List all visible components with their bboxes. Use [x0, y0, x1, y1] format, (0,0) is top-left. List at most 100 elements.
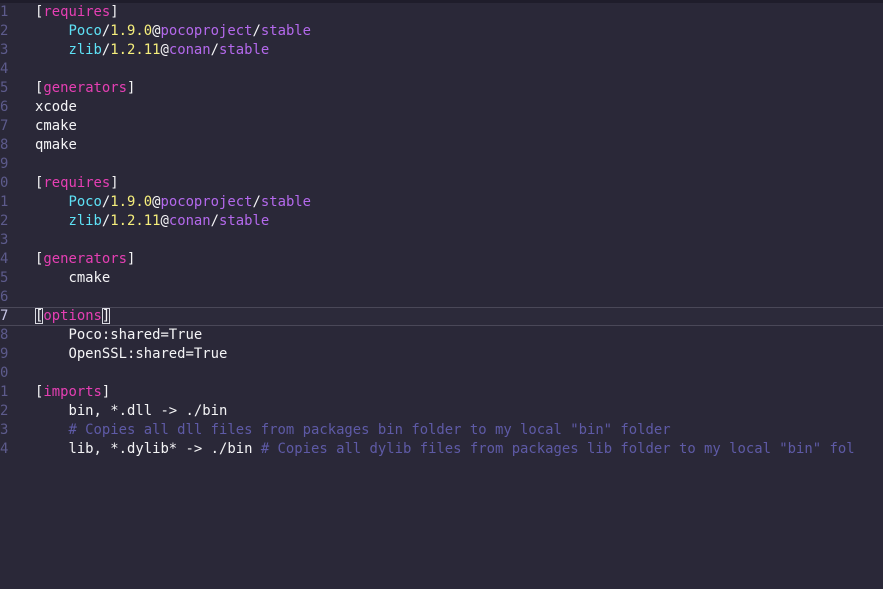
line-number: 7: [0, 308, 9, 324]
code-line[interactable]: 3: [0, 231, 883, 250]
code-token: ]: [101, 384, 111, 400]
code-token: /: [252, 23, 261, 39]
line-number: 4: [0, 61, 9, 77]
line-text: zlib/1.2.11@conan/stable: [35, 41, 269, 60]
code-line[interactable]: 1 [imports]: [0, 383, 883, 402]
line-number: 7: [0, 118, 9, 134]
code-token: stable: [219, 42, 270, 58]
line-text: [generators]: [35, 250, 135, 269]
code-token: /: [210, 42, 220, 58]
code-line[interactable]: 0: [0, 364, 883, 383]
line-number: 5: [0, 80, 9, 96]
line-number: 2: [0, 403, 9, 419]
code-line[interactable]: 2 Poco/1.9.0@pocoproject/stable: [0, 22, 883, 41]
line-text: Poco:shared=True: [35, 326, 202, 345]
code-line-current[interactable]: 7 [options]: [0, 307, 883, 326]
line-text: [requires]: [35, 174, 119, 193]
code-token: pocoproject: [160, 23, 253, 39]
line-text: xcode: [35, 98, 77, 117]
code-token: options: [43, 308, 102, 324]
code-token: qmake: [35, 137, 77, 153]
code-token: zlib: [68, 213, 102, 229]
line-number: 9: [0, 156, 9, 172]
line-number: 1: [0, 194, 9, 210]
code-line[interactable]: 2 zlib/1.2.11@conan/stable: [0, 212, 883, 231]
line-text: [options]: [35, 308, 111, 325]
code-token: ]: [127, 80, 136, 96]
line-text: cmake: [35, 269, 110, 288]
code-token: stable: [260, 23, 312, 39]
code-line[interactable]: 4 [generators]: [0, 250, 883, 269]
code-token: ]: [101, 308, 111, 324]
code-token: cmake: [35, 118, 77, 134]
code-token: imports: [43, 384, 102, 400]
line-text: Poco/1.9.0@pocoproject/stable: [35, 193, 311, 212]
line-text: bin, *.dll -> ./bin: [35, 402, 227, 421]
line-number: 9: [0, 346, 9, 362]
code-line[interactable]: 2 bin, *.dll -> ./bin: [0, 402, 883, 421]
code-line[interactable]: 4 lib, *.dylib* -> ./bin # Copies all dy…: [0, 440, 883, 459]
code-line[interactable]: 3 # Copies all dll files from packages b…: [0, 421, 883, 440]
code-token: pocoproject: [160, 194, 253, 210]
code-line[interactable]: 3 zlib/1.2.11@conan/stable: [0, 41, 883, 60]
code-token: /: [210, 213, 220, 229]
code-line[interactable]: 7 cmake: [0, 117, 883, 136]
code-token: requires: [43, 4, 111, 20]
code-token: stable: [219, 213, 270, 229]
line-number: 3: [0, 42, 9, 58]
line-number: 1: [0, 384, 9, 400]
line-text: [requires]: [35, 3, 119, 22]
code-token: # Copies all dylib files from packages l…: [260, 441, 855, 457]
code-area[interactable]: 1 [requires] 2 Poco/1.9.0@pocoproject/stab…: [0, 3, 883, 459]
code-line[interactable]: 8 qmake: [0, 136, 883, 155]
code-token: @: [160, 42, 169, 58]
code-line[interactable]: 6 xcode: [0, 98, 883, 117]
code-line[interactable]: 4: [0, 60, 883, 79]
code-token: Poco: [68, 194, 102, 210]
code-token: 1.2.11: [110, 213, 161, 229]
line-text: zlib/1.2.11@conan/stable: [35, 212, 269, 231]
code-token: conan: [168, 213, 211, 229]
line-number: 6: [0, 99, 9, 115]
code-token: conan: [168, 42, 211, 58]
code-line[interactable]: 8 Poco:shared=True: [0, 326, 883, 345]
line-number: 4: [0, 441, 9, 457]
code-line[interactable]: 6: [0, 288, 883, 307]
code-line[interactable]: 5 cmake: [0, 269, 883, 288]
code-line[interactable]: 9: [0, 155, 883, 174]
code-token: Poco:shared=True: [68, 327, 203, 343]
line-number: 0: [0, 365, 9, 381]
code-line[interactable]: 1 [requires]: [0, 3, 883, 22]
code-line[interactable]: 5 [generators]: [0, 79, 883, 98]
line-text: [generators]: [35, 79, 135, 98]
code-token: ]: [110, 4, 119, 20]
line-text: lib, *.dylib* -> ./bin # Copies all dyli…: [35, 440, 855, 459]
code-line[interactable]: 0 [requires]: [0, 174, 883, 193]
code-token: generators: [43, 80, 128, 96]
code-token: # Copies all dll files from packages bin…: [68, 422, 671, 438]
code-line[interactable]: 1 Poco/1.9.0@pocoproject/stable: [0, 193, 883, 212]
code-token: 1.9.0: [110, 194, 153, 210]
code-token: zlib: [68, 42, 102, 58]
code-editor[interactable]: 1 [requires] 2 Poco/1.9.0@pocoproject/stab…: [0, 0, 883, 589]
line-number: 2: [0, 213, 9, 229]
line-number: 1: [0, 4, 9, 20]
line-text: OpenSSL:shared=True: [35, 345, 227, 364]
code-token: 1.9.0: [110, 23, 153, 39]
line-text: qmake: [35, 136, 77, 155]
code-line[interactable]: 9 OpenSSL:shared=True: [0, 345, 883, 364]
code-token: bin, *.dll -> ./bin: [68, 403, 228, 419]
line-number: 6: [0, 289, 9, 305]
code-token: requires: [43, 175, 111, 191]
code-token: 1.2.11: [110, 42, 161, 58]
line-number: 8: [0, 327, 9, 343]
line-number: 8: [0, 137, 9, 153]
